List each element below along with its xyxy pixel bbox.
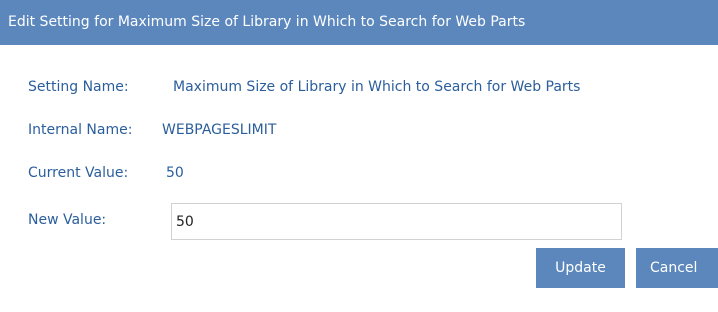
dialog-title: Edit Setting for Maximum Size of Library… (0, 0, 718, 45)
internal-name-value: WEBPAGESLIMIT (162, 122, 277, 138)
current-value-row: Current Value: 50 (28, 165, 184, 181)
current-value-value: 50 (166, 165, 184, 181)
new-value-input[interactable] (171, 203, 622, 240)
setting-name-value: Maximum Size of Library in Which to Sear… (173, 79, 581, 95)
internal-name-row: Internal Name: WEBPAGESLIMIT (28, 122, 276, 138)
new-value-row: New Value: (28, 212, 106, 228)
new-value-label: New Value: (28, 212, 107, 228)
internal-name-label: Internal Name: (28, 122, 133, 138)
update-button[interactable]: Update (536, 248, 625, 288)
edit-setting-dialog: Edit Setting for Maximum Size of Library… (0, 0, 718, 312)
current-value-label: Current Value: (28, 165, 129, 181)
cancel-button[interactable]: Cancel (636, 248, 718, 288)
setting-name-row: Setting Name: Maximum Size of Library in … (28, 79, 580, 95)
setting-name-label: Setting Name: (28, 79, 129, 95)
